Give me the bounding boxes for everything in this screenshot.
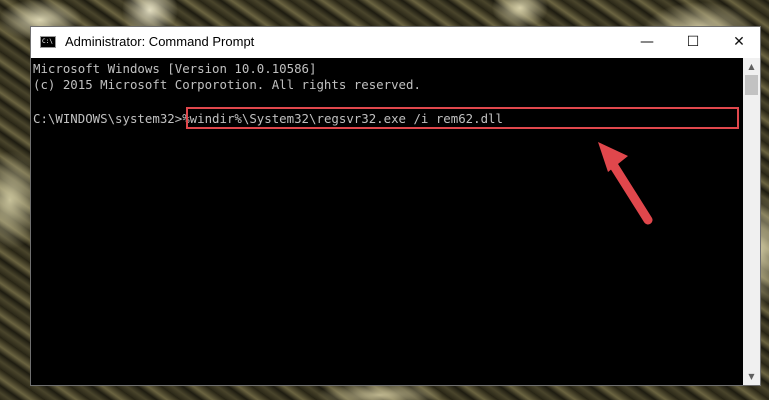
vertical-scrollbar[interactable]: ▲ ▼	[743, 58, 760, 385]
title-bar[interactable]: C:\ Administrator: Command Prompt — ☐ ✕	[31, 27, 760, 58]
scroll-down-icon[interactable]: ▼	[743, 368, 760, 385]
console-prompt: C:\WINDOWS\system32>	[33, 111, 183, 126]
console-version-line: Microsoft Windows [Version 10.0.10586]	[33, 61, 317, 76]
minimize-button[interactable]: —	[624, 27, 670, 58]
cmd-app-icon: C:\	[40, 36, 56, 48]
scroll-thumb[interactable]	[745, 75, 758, 95]
window-title: Administrator: Command Prompt	[65, 34, 255, 49]
maximize-button[interactable]: ☐	[670, 27, 716, 58]
close-button[interactable]: ✕	[716, 27, 762, 58]
scroll-up-icon[interactable]: ▲	[743, 58, 760, 75]
red-arrow-annotation	[598, 142, 653, 225]
console-copyright-line: (c) 2015 Microsoft Corporotion. All righ…	[33, 77, 421, 92]
command-highlight-box	[186, 107, 739, 129]
